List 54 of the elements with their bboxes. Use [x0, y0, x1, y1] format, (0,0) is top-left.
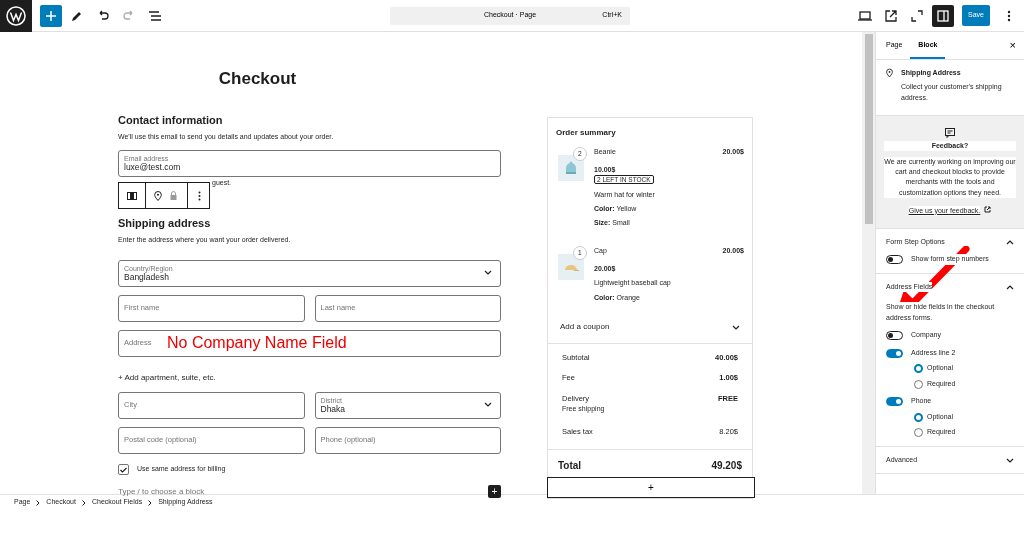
scrollbar-thumb[interactable] [864, 34, 873, 224]
coupon-label: Add a coupon [560, 321, 610, 333]
add-apartment-link[interactable]: + Add apartment, suite, etc. [118, 373, 216, 382]
chevron-down-icon [1006, 457, 1014, 463]
plus-icon [46, 10, 56, 21]
checkmark-icon [120, 466, 127, 473]
radio-button[interactable] [914, 412, 923, 422]
toggle-switch[interactable] [886, 397, 903, 407]
chevron-right-icon [81, 499, 86, 506]
toggle-switch[interactable] [886, 331, 903, 341]
page-heading: Checkout [217, 68, 298, 90]
chevron-right-icon [148, 499, 153, 506]
beanie-icon [563, 161, 579, 175]
coupon-toggle[interactable]: Add a coupon [548, 303, 752, 344]
location-pin-icon [886, 67, 893, 78]
more-options-icon[interactable] [1007, 9, 1011, 22]
total-label: Total [558, 458, 582, 473]
more-options-icon[interactable] [198, 190, 201, 201]
sidebar-toggle-icon[interactable] [937, 9, 950, 22]
toggle-switch[interactable] [886, 255, 903, 265]
location-pin-icon[interactable] [154, 190, 162, 201]
external-link-icon[interactable] [884, 8, 899, 23]
checkbox[interactable] [118, 464, 129, 475]
chevron-up-icon [1006, 239, 1014, 245]
field-value: luxe@test.com [124, 162, 181, 173]
chevron-up-icon [1006, 284, 1014, 290]
chevron-right-icon [36, 499, 41, 506]
section-heading: Shipping address [118, 216, 212, 231]
close-button[interactable]: × [1001, 37, 1024, 54]
radio-button[interactable] [914, 428, 923, 438]
feedback-icon [945, 128, 955, 138]
list-view-icon[interactable] [148, 8, 162, 23]
order-summary-title: Order summary [555, 127, 617, 139]
external-link-icon [984, 205, 992, 213]
toggle-switch[interactable] [886, 348, 903, 358]
chevron-down-icon [484, 270, 492, 275]
field-value: Bangladesh [124, 272, 169, 283]
add-block-button[interactable]: + [488, 485, 501, 498]
chevron-down-icon [732, 324, 740, 330]
fullscreen-icon[interactable] [910, 8, 925, 23]
radio-button[interactable] [914, 364, 923, 374]
block-inserter-placeholder[interactable]: Type / to choose a block [118, 485, 205, 498]
wordpress-logo-icon[interactable] [0, 0, 32, 32]
block-type-icon[interactable] [127, 191, 137, 200]
radio-button[interactable] [914, 379, 923, 389]
chevron-down-icon [484, 402, 492, 407]
add-block-button[interactable] [40, 4, 62, 27]
lock-icon[interactable] [170, 191, 177, 200]
section-heading: Contact information [118, 113, 224, 128]
total-value: 49.20$ [711, 458, 742, 473]
annotation-text: No Company Name Field [167, 334, 347, 353]
add-block-button[interactable]: + [547, 476, 755, 498]
field-value: Dhaka [320, 404, 346, 415]
desktop-icon[interactable] [858, 8, 873, 23]
